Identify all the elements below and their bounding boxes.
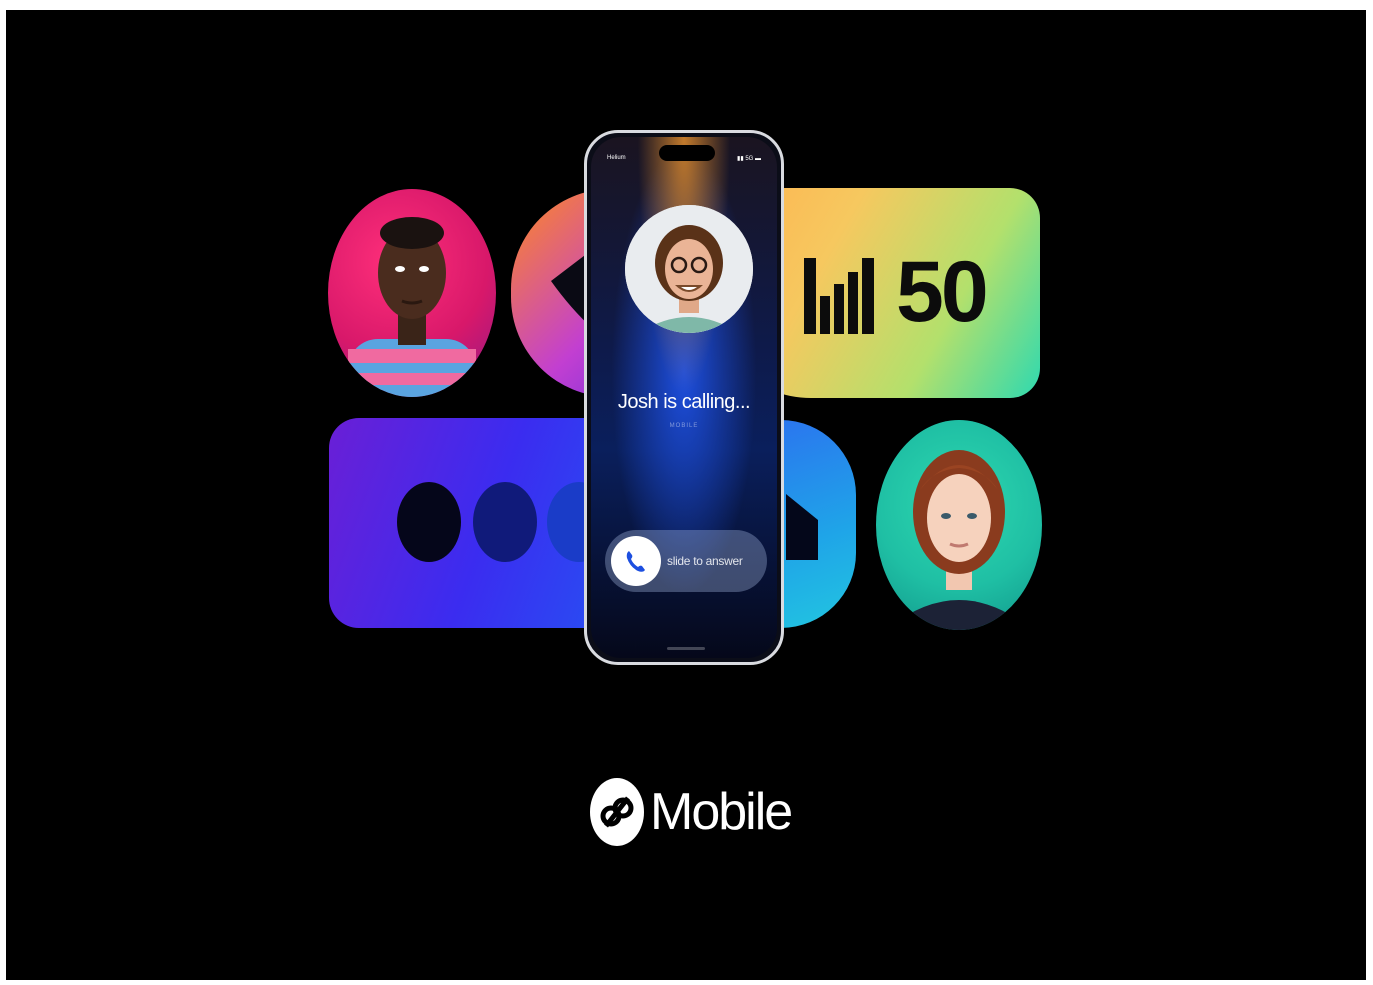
- promo-canvas: 50 Helium ▮▮ 5G ▬ Josh is calling... MOB…: [6, 10, 1366, 980]
- status-bar: Helium ▮▮ 5G ▬: [607, 155, 761, 165]
- avatar-woman: [876, 420, 1042, 630]
- caller-avatar: [625, 205, 753, 333]
- person-portrait-icon: [625, 205, 753, 333]
- caller-label: MOBILE: [669, 423, 699, 429]
- caller-status: Josh is calling...: [617, 391, 751, 413]
- network-indicator: ▮▮ 5G ▬: [737, 155, 761, 162]
- signal-value: 50: [896, 244, 989, 340]
- person-portrait-icon: [886, 450, 1032, 630]
- battery-icon: ▬: [755, 156, 761, 162]
- phone-mockup: Helium ▮▮ 5G ▬ Josh is calling... MOBILE…: [584, 130, 784, 665]
- link-mark-icon: [600, 796, 634, 828]
- slide-to-answer-control[interactable]: slide to answer: [605, 530, 767, 592]
- incoming-call-screen: Helium ▮▮ 5G ▬ Josh is calling... MOBILE…: [591, 137, 777, 658]
- carrier-name: Helium: [607, 155, 626, 161]
- phone-icon: [626, 551, 645, 572]
- avatar-man: [328, 189, 496, 397]
- home-indicator: [667, 647, 705, 650]
- signal-icon: ▮▮: [737, 156, 744, 162]
- slide-to-answer-label: slide to answer: [667, 554, 743, 568]
- person-portrait-icon: [348, 217, 476, 397]
- answer-knob[interactable]: [611, 536, 661, 586]
- brand-name: Mobile: [650, 783, 793, 841]
- network-label: 5G: [745, 156, 754, 162]
- helium-logo-icon: [590, 778, 644, 846]
